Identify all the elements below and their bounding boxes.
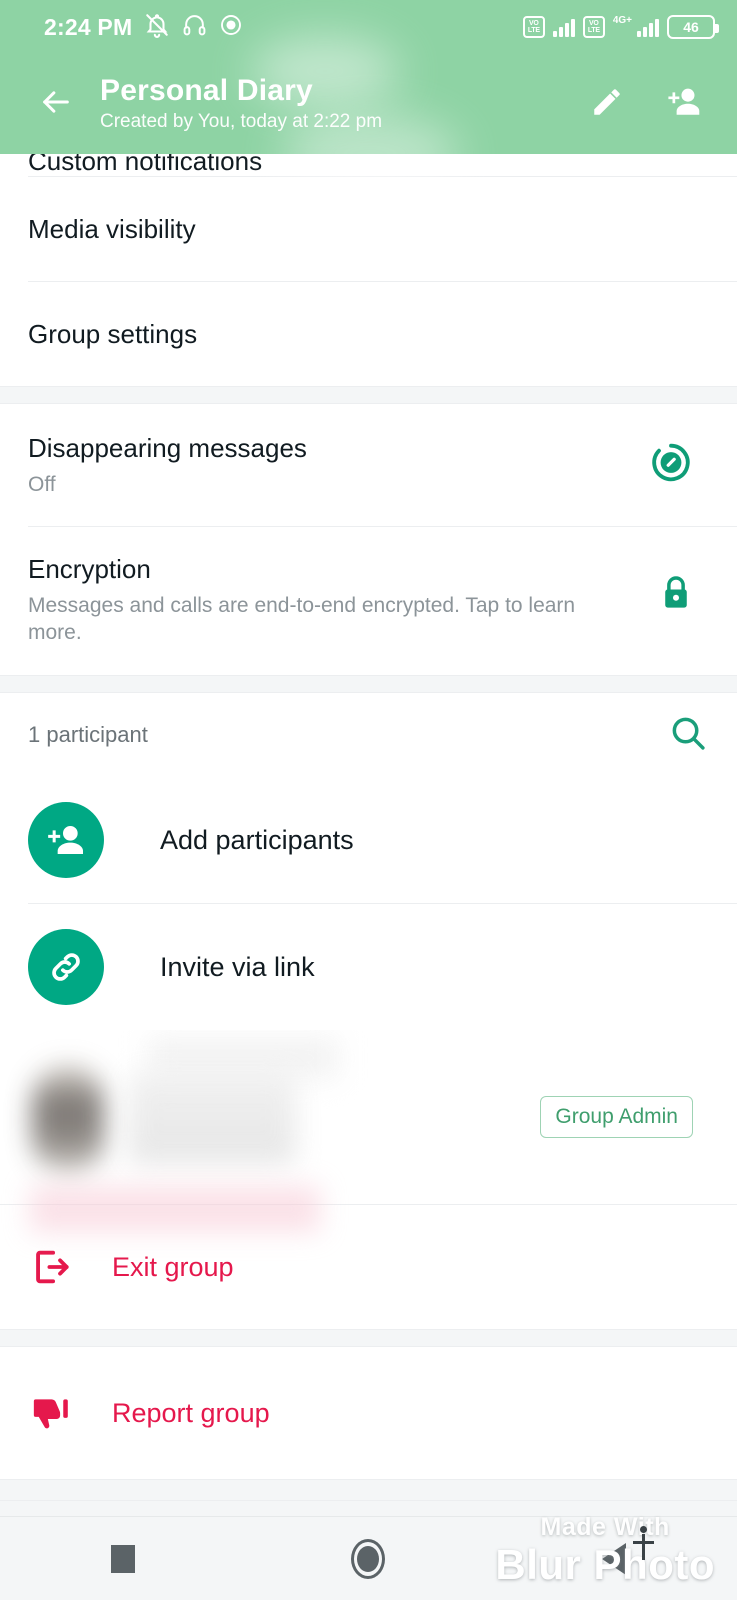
disappearing-messages-value: Off — [28, 472, 56, 496]
notifications-card: Custom notifications Media visibility Gr… — [0, 154, 737, 386]
watermark-person-glyph — [633, 1526, 654, 1560]
thumbs-down-icon — [30, 1392, 84, 1434]
section-gap — [0, 1329, 737, 1347]
search-participants-button[interactable] — [667, 712, 709, 759]
list-item-disappearing-messages[interactable]: Disappearing messages Off — [0, 404, 737, 526]
participant-name — [128, 1072, 296, 1164]
system-back-button[interactable] — [569, 1529, 659, 1589]
disappearing-text: Disappearing messages Off — [28, 432, 709, 498]
group-settings-label: Group settings — [28, 318, 198, 349]
add-person-icon — [28, 802, 104, 878]
list-item-invite-via-link[interactable]: Invite via link — [0, 904, 737, 1030]
exit-group-label: Exit group — [112, 1251, 234, 1282]
status-bar-left: 2:24 PM — [44, 12, 243, 43]
avatar — [32, 1066, 104, 1174]
volte-sim2-icon: VO LTE — [582, 16, 605, 38]
list-item-custom-notifications[interactable]: Custom notifications — [0, 154, 737, 176]
section-gap — [0, 386, 737, 404]
participants-header: 1 participant — [0, 693, 737, 777]
recents-button[interactable] — [78, 1529, 168, 1589]
battery-indicator: 46 — [667, 15, 719, 39]
link-icon — [28, 929, 104, 1005]
list-item-report-group[interactable]: Report group — [0, 1347, 737, 1479]
signal-sim2-icon — [637, 17, 659, 37]
media-visibility-text: Media visibility — [28, 213, 709, 246]
invite-via-link-label: Invite via link — [160, 951, 315, 982]
group-info-screen: 2:24 PM VO LTE VO LTE 4G+ 46 Personal Di… — [0, 0, 737, 1600]
encryption-label: Encryption — [28, 554, 151, 584]
timer-icon — [647, 439, 695, 492]
edit-group-button[interactable] — [585, 82, 629, 126]
status-bar-right: VO LTE VO LTE 4G+ 46 — [522, 14, 719, 39]
disappearing-messages-label: Disappearing messages — [28, 433, 307, 464]
custom-notifications-label: Custom notifications — [28, 154, 263, 176]
page-subtitle: Created by You, today at 2:22 pm — [100, 111, 383, 133]
encryption-description: Messages and calls are end-to-end encryp… — [28, 593, 576, 644]
media-visibility-label: Media visibility — [28, 213, 196, 244]
privacy-card: Disappearing messages Off Encryption Mes… — [0, 36, 737, 675]
page-title: Personal Diary — [100, 73, 313, 107]
section-gap — [0, 1479, 737, 1501]
add-person-icon — [664, 85, 702, 124]
back-arrow-icon — [36, 85, 76, 124]
add-participants-label: Add participants — [160, 824, 354, 855]
participants-card: 1 participant Add participants Invite vi… — [0, 693, 737, 1204]
triangle-back-icon — [602, 1542, 627, 1575]
app-bar: Personal Diary Created by You, today at … — [0, 54, 737, 154]
volte-sim1-icon: VO LTE — [522, 16, 545, 38]
screen-record-icon — [219, 13, 243, 42]
network-type-label: 4G+ — [612, 14, 632, 26]
report-group-label: Report group — [112, 1397, 270, 1428]
report-group-card: Report group — [0, 1347, 737, 1479]
list-item-encryption[interactable]: Encryption Messages and calls are end-to… — [0, 527, 737, 675]
list-item-group-settings[interactable]: Group settings — [0, 282, 737, 386]
list-item-participant[interactable]: Group Admin — [0, 1030, 737, 1204]
list-item-add-participants[interactable]: Add participants — [0, 777, 737, 903]
section-gap — [0, 675, 737, 693]
app-bar-actions — [585, 82, 705, 126]
settings-scroll-area[interactable]: Custom notifications Media visibility Gr… — [0, 36, 737, 1501]
system-nav-bar — [0, 1516, 737, 1600]
encryption-text: Encryption Messages and calls are end-to… — [28, 553, 709, 646]
status-bar-clock: 2:24 PM — [44, 13, 133, 40]
square-recents-icon — [110, 1544, 135, 1573]
list-item-media-visibility[interactable]: Media visibility — [0, 177, 737, 281]
group-settings-text: Group settings — [28, 318, 709, 351]
pencil-icon — [590, 85, 624, 124]
status-badge: Group Admin — [540, 1096, 693, 1138]
circle-home-icon — [351, 1538, 386, 1579]
participant-count: 1 participant — [28, 722, 148, 747]
exit-group-card: Exit group — [0, 1186, 737, 1329]
lock-icon — [657, 572, 695, 619]
back-button[interactable] — [28, 76, 84, 132]
exit-icon — [30, 1245, 84, 1289]
headphones-icon — [182, 12, 207, 42]
list-item-exit-group[interactable]: Exit group — [0, 1205, 737, 1329]
bell-muted-icon — [144, 12, 170, 43]
signal-sim1-icon — [552, 17, 575, 37]
home-button[interactable] — [323, 1529, 413, 1589]
status-bar: 2:24 PM VO LTE VO LTE 4G+ 46 — [0, 0, 737, 54]
add-member-button[interactable] — [661, 82, 705, 126]
app-bar-title-block: Personal Diary Created by You, today at … — [100, 74, 585, 134]
search-icon — [667, 717, 709, 758]
